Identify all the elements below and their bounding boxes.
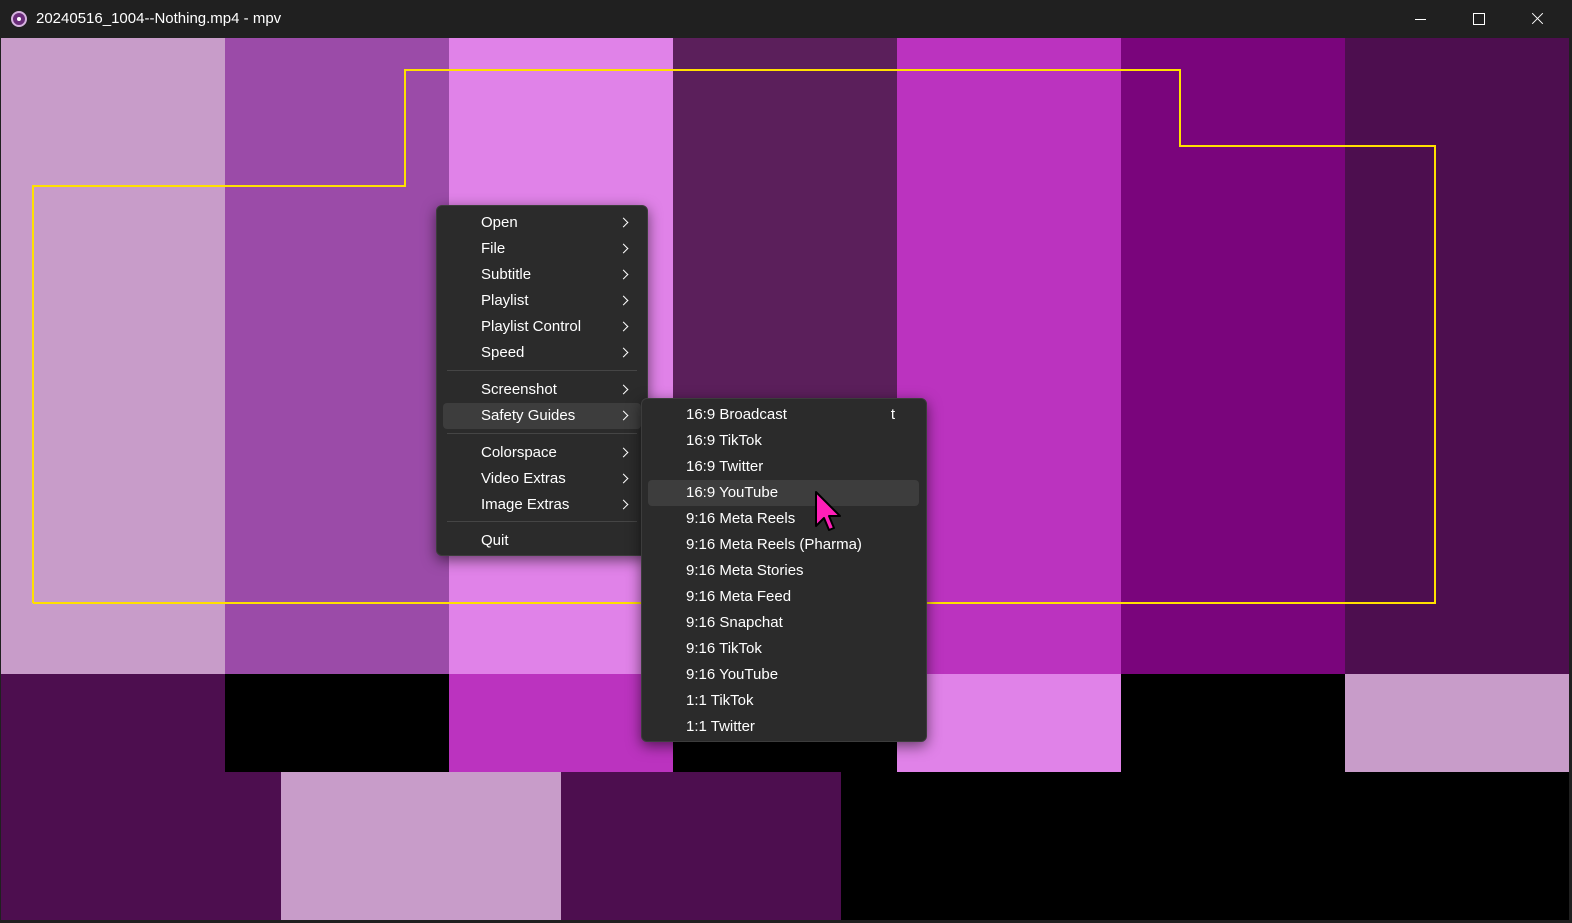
menu-item-label: 1:1 TikTok xyxy=(686,692,754,709)
menu-item-safety-guides[interactable]: Safety Guides xyxy=(443,403,641,429)
menu-item-quit[interactable]: Quit xyxy=(443,528,641,554)
menu-item-16-9-twitter[interactable]: 16:9 Twitter xyxy=(648,454,919,480)
chevron-right-icon xyxy=(618,321,629,332)
menu-item-1-1-tiktok[interactable]: 1:1 TikTok xyxy=(648,688,919,714)
menu-separator xyxy=(447,521,637,522)
menu-item-label: Video Extras xyxy=(481,470,566,487)
chevron-right-icon xyxy=(618,243,629,254)
color-bar xyxy=(1,674,225,772)
chevron-right-icon xyxy=(618,269,629,280)
menu-item-open[interactable]: Open xyxy=(443,210,641,236)
menu-item-label: Playlist xyxy=(481,292,529,309)
menu-item-screenshot[interactable]: Screenshot xyxy=(443,377,641,403)
menu-item-label: Speed xyxy=(481,344,525,361)
chevron-right-icon xyxy=(618,384,629,395)
menu-item-9-16-snapchat[interactable]: 9:16 Snapchat xyxy=(648,610,919,636)
menu-item-speed[interactable]: Speed xyxy=(443,340,641,366)
menu-item-label: Screenshot xyxy=(481,381,557,398)
menu-item-9-16-meta-reels[interactable]: 9:16 Meta Reels xyxy=(648,506,919,532)
chevron-right-icon xyxy=(618,347,629,358)
minimize-icon[interactable] xyxy=(1392,0,1450,38)
mpv-icon xyxy=(11,11,27,27)
menu-item-label: File xyxy=(481,240,506,257)
menu-item-subtitle[interactable]: Subtitle xyxy=(443,262,641,288)
menu-item-label: Quit xyxy=(481,532,509,549)
chevron-right-icon xyxy=(618,295,629,306)
menu-separator xyxy=(447,433,637,434)
menu-item-label: 16:9 TikTok xyxy=(686,432,762,449)
menu-separator xyxy=(447,370,637,371)
color-bar xyxy=(225,38,449,674)
color-bar xyxy=(1121,38,1345,674)
chevron-right-icon xyxy=(618,499,629,510)
menu-item-9-16-meta-stories[interactable]: 9:16 Meta Stories xyxy=(648,558,919,584)
chevron-right-icon xyxy=(618,410,629,421)
menu-item-9-16-youtube[interactable]: 9:16 YouTube xyxy=(648,662,919,688)
menu-item-label: 16:9 Broadcast xyxy=(686,406,787,423)
menu-item-label: 9:16 Snapchat xyxy=(686,614,783,631)
color-bar xyxy=(225,674,449,772)
menu-item-label: 9:16 Meta Stories xyxy=(686,562,804,579)
menu-item-label: Subtitle xyxy=(481,266,532,283)
menu-item-9-16-meta-reels-pharma[interactable]: 9:16 Meta Reels (Pharma) xyxy=(648,532,919,558)
color-bar xyxy=(1121,674,1345,772)
color-bar xyxy=(897,38,1121,674)
menu-item-playlist-control[interactable]: Playlist Control xyxy=(443,314,641,340)
close-icon[interactable] xyxy=(1508,0,1566,38)
menu-item-label: 9:16 Meta Reels (Pharma) xyxy=(686,536,862,553)
menu-item-label: 9:16 Meta Feed xyxy=(686,588,792,605)
color-bar xyxy=(281,772,561,920)
maximize-icon[interactable] xyxy=(1450,0,1508,38)
window-title: 20240516_1004--Nothing.mp4 - mpv xyxy=(36,10,282,27)
menu-item-label: Safety Guides xyxy=(481,407,576,424)
mouse-cursor-icon xyxy=(815,491,841,531)
menu-item-label: Playlist Control xyxy=(481,318,582,335)
color-bar xyxy=(1345,38,1569,674)
menu-item-playlist[interactable]: Playlist xyxy=(443,288,641,314)
menu-item-16-9-youtube[interactable]: 16:9 YouTube xyxy=(648,480,919,506)
menu-item-label: 9:16 YouTube xyxy=(686,666,779,683)
menu-item-video-extras[interactable]: Video Extras xyxy=(443,466,641,492)
menu-item-16-9-tiktok[interactable]: 16:9 TikTok xyxy=(648,428,919,454)
color-bar xyxy=(1,38,225,674)
color-bar xyxy=(841,772,1569,920)
chevron-right-icon xyxy=(618,473,629,484)
safety-guides-submenu: 16:9 Broadcast t 16:9 TikTok 16:9 Twitte… xyxy=(641,398,927,742)
menu-item-1-1-twitter[interactable]: 1:1 Twitter xyxy=(648,714,919,740)
title-bar[interactable]: 20240516_1004--Nothing.mp4 - mpv xyxy=(0,0,1572,38)
menu-item-image-extras[interactable]: Image Extras xyxy=(443,492,641,518)
menu-item-label: 16:9 Twitter xyxy=(686,458,764,475)
menu-item-label: Open xyxy=(481,214,518,231)
color-bar xyxy=(561,772,841,920)
menu-item-9-16-tiktok[interactable]: 9:16 TikTok xyxy=(648,636,919,662)
menu-item-file[interactable]: File xyxy=(443,236,641,262)
menu-item-shortcut: t xyxy=(890,406,895,423)
mpv-window: 20240516_1004--Nothing.mp4 - mpv Open Fi… xyxy=(0,0,1572,923)
menu-item-9-16-meta-feed[interactable]: 9:16 Meta Feed xyxy=(648,584,919,610)
menu-item-label: Image Extras xyxy=(481,496,570,513)
menu-item-colorspace[interactable]: Colorspace xyxy=(443,440,641,466)
menu-item-label: 9:16 Meta Reels xyxy=(686,510,796,527)
chevron-right-icon xyxy=(618,217,629,228)
color-bar xyxy=(449,674,673,772)
color-bar xyxy=(897,674,1121,772)
menu-item-label: 16:9 YouTube xyxy=(686,484,779,501)
color-bar xyxy=(1,772,281,920)
menu-item-label: Colorspace xyxy=(481,444,557,461)
chevron-right-icon xyxy=(618,447,629,458)
context-menu: Open File Subtitle Playlist Playlist Con… xyxy=(436,205,648,556)
menu-item-label: 9:16 TikTok xyxy=(686,640,762,657)
color-bar xyxy=(1345,674,1569,772)
menu-item-16-9-broadcast[interactable]: 16:9 Broadcast t xyxy=(648,402,919,428)
menu-item-label: 1:1 Twitter xyxy=(686,718,755,735)
